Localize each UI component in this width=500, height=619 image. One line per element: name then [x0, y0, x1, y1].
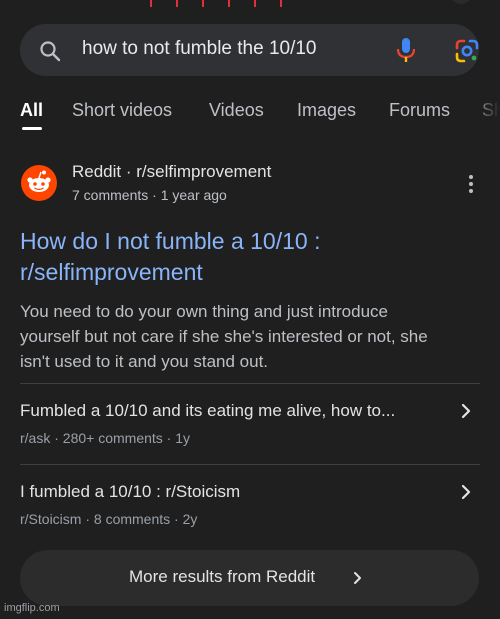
search-bar[interactable]: how to not fumble the 10/10 — [20, 24, 479, 76]
google-lens-icon[interactable] — [454, 38, 480, 64]
chevron-right-icon[interactable] — [460, 484, 472, 500]
tab-images[interactable]: Images — [297, 100, 356, 121]
snippet-line: isn't used to it and you stand out. — [20, 352, 269, 371]
chevron-right-icon — [354, 572, 361, 584]
divider — [20, 383, 480, 384]
sub-result-meta: r/Stoicism · 8 comments · 2y — [20, 511, 198, 527]
result-meta: 7 comments · 1 year ago — [72, 187, 227, 203]
snippet-line: yourself but not care if she she's inter… — [20, 327, 428, 346]
top-corner-shape — [450, 0, 472, 4]
search-results-page: how to not fumble the 10/10 All Short vi… — [0, 0, 500, 619]
sub-result-meta: r/ask · 280+ comments · 1y — [20, 430, 191, 446]
more-results-label: More results from Reddit — [129, 567, 316, 586]
search-tabs: All Short videos Videos Images Forums Sh — [0, 100, 500, 130]
tab-all[interactable]: All — [20, 100, 43, 121]
result-source[interactable]: Reddit · r/selfimprovement — [72, 162, 271, 182]
tabs-fade-overlay — [470, 96, 500, 126]
more-results-button[interactable]: More results from Reddit — [20, 550, 479, 606]
sub-result-title[interactable]: I fumbled a 10/10 : r/Stoicism — [20, 482, 240, 502]
tab-videos[interactable]: Videos — [209, 100, 264, 121]
sub-result-title[interactable]: Fumbled a 10/10 and its eating me alive,… — [20, 401, 395, 421]
result-title-line[interactable]: r/selfimprovement — [20, 257, 460, 288]
divider — [20, 464, 480, 465]
status-bar-edge — [150, 0, 290, 8]
search-icon[interactable] — [38, 39, 62, 63]
chevron-right-icon[interactable] — [460, 403, 472, 419]
result-title-line[interactable]: How do I not fumble a 10/10 : — [20, 226, 460, 257]
active-tab-indicator — [22, 127, 42, 130]
mic-icon[interactable] — [394, 36, 418, 64]
tab-short-videos[interactable]: Short videos — [72, 100, 172, 121]
result-snippet: You need to do your own thing and just i… — [20, 299, 482, 374]
more-options-icon[interactable] — [464, 175, 478, 195]
search-input[interactable]: how to not fumble the 10/10 — [82, 38, 317, 60]
watermark: imgflip.com — [4, 602, 60, 614]
tab-forums[interactable]: Forums — [389, 100, 450, 121]
reddit-logo-icon — [21, 165, 57, 201]
result-title-link[interactable]: How do I not fumble a 10/10 : r/selfimpr… — [20, 226, 460, 288]
snippet-line: You need to do your own thing and just i… — [20, 302, 388, 321]
